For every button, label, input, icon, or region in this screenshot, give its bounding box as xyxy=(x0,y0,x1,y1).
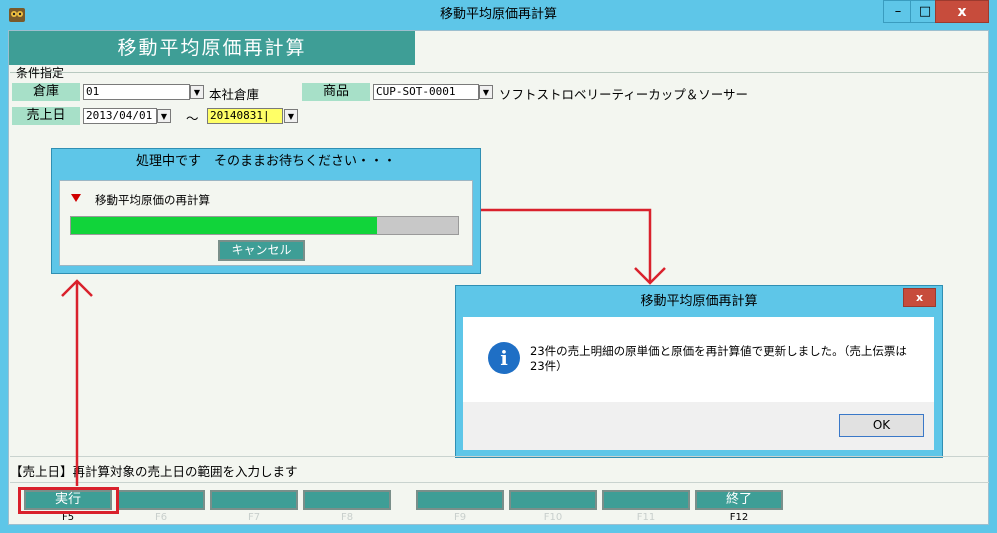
annotation-arrows xyxy=(61,208,666,486)
annotation-arrow-right-line xyxy=(481,208,652,282)
